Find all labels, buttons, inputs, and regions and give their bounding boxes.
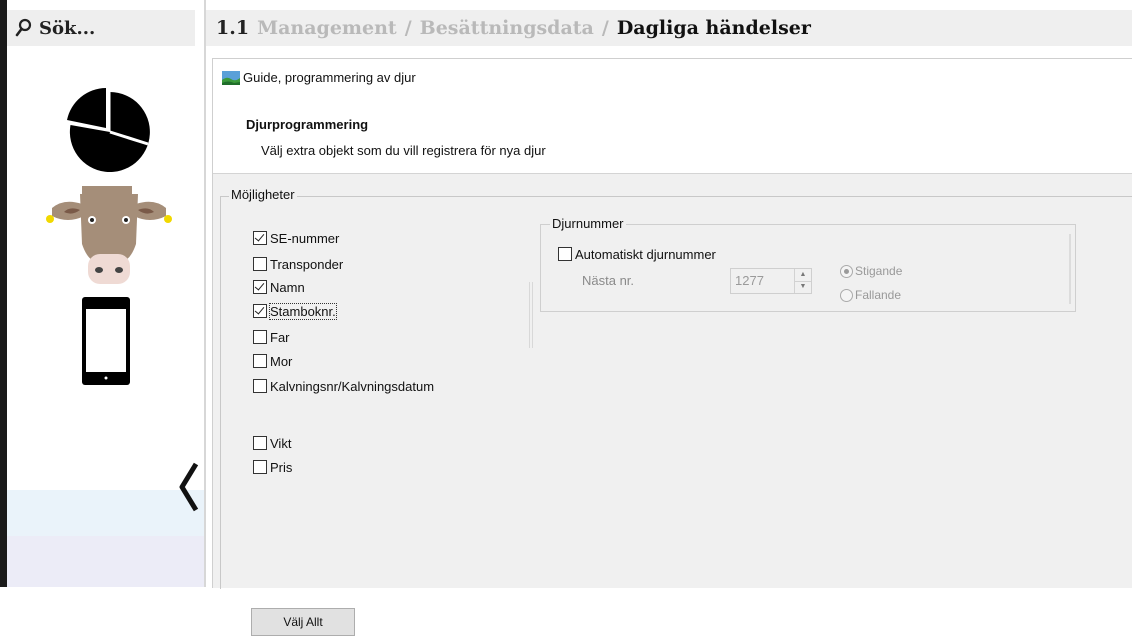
option-label: Vikt bbox=[270, 435, 292, 451]
sidebar-divider bbox=[204, 0, 206, 587]
option-label: Pris bbox=[270, 459, 293, 475]
option-label: SE-nummer bbox=[270, 230, 340, 246]
search-label[interactable]: Sök... bbox=[39, 18, 95, 39]
option-label: Stamboknr. bbox=[269, 302, 337, 320]
next-number-stepper[interactable]: 1277 ▲ ▼ bbox=[730, 268, 812, 294]
checkbox[interactable] bbox=[253, 379, 267, 393]
breadcrumb-separator: / bbox=[601, 17, 609, 39]
order-label: Fallande bbox=[855, 288, 902, 302]
auto-djurnummer-label: Automatiskt djurnummer bbox=[575, 246, 716, 262]
breadcrumb-item-current: Dagliga händelser bbox=[616, 17, 811, 39]
checkbox[interactable] bbox=[253, 436, 267, 450]
option-transponder[interactable]: Transponder bbox=[253, 254, 343, 274]
search-box[interactable]: Sök... bbox=[7, 10, 195, 46]
wizard-title: Guide, programmering av djur bbox=[243, 70, 416, 85]
option-mor[interactable]: Mor bbox=[253, 351, 292, 371]
option-stamboknr[interactable]: Stamboknr. bbox=[253, 301, 337, 321]
djurnummer-legend: Djurnummer bbox=[550, 216, 626, 231]
option-se-nummer[interactable]: SE-nummer bbox=[253, 228, 339, 248]
wizard-panel: Guide, programmering av djur Djurprogram… bbox=[212, 58, 1132, 636]
cow-icon[interactable] bbox=[44, 184, 174, 288]
breadcrumb-item-management[interactable]: Management bbox=[257, 17, 397, 39]
search-icon bbox=[15, 18, 32, 37]
breadcrumb-separator: / bbox=[404, 17, 412, 39]
pie-chart-icon[interactable] bbox=[62, 84, 158, 180]
checkbox[interactable] bbox=[558, 247, 572, 261]
option-far[interactable]: Far bbox=[253, 327, 290, 347]
step-subtitle: Välj extra objekt som du vill registrera… bbox=[261, 143, 546, 158]
option-namn[interactable]: Namn bbox=[253, 277, 305, 297]
breadcrumb-item-besattningsdata[interactable]: Besättningsdata bbox=[420, 17, 594, 39]
option-vikt[interactable]: Vikt bbox=[253, 433, 291, 453]
djurnummer-group: Djurnummer Automatiskt djurnummer Nästa … bbox=[540, 216, 1076, 312]
divider bbox=[529, 282, 533, 348]
order-fallande[interactable]: Fallande bbox=[840, 286, 901, 304]
landscape-icon bbox=[222, 71, 240, 85]
auto-djurnummer-option[interactable]: Automatiskt djurnummer bbox=[558, 244, 716, 264]
radio-button[interactable] bbox=[840, 288, 853, 302]
select-all-button[interactable]: Välj Allt bbox=[251, 608, 355, 636]
step-title: Djurprogrammering bbox=[246, 117, 369, 132]
mobile-phone-icon[interactable] bbox=[81, 296, 131, 386]
window-left-border bbox=[0, 0, 7, 587]
option-label: Far bbox=[270, 329, 290, 345]
breadcrumb: 1.1 Management / Besättningsdata / Dagli… bbox=[206, 10, 1132, 46]
decrement-button[interactable]: ▼ bbox=[795, 281, 811, 293]
radio-button[interactable] bbox=[840, 264, 853, 278]
next-number-value: 1277 bbox=[735, 273, 764, 288]
option-label: Namn bbox=[270, 279, 305, 295]
wizard-header: Guide, programmering av djur Djurprogram… bbox=[213, 59, 1132, 174]
options-group-legend: Möjligheter bbox=[229, 187, 297, 202]
checkbox[interactable] bbox=[253, 231, 267, 245]
wizard-content: Möjligheter SE-nummer Transponder Namn S… bbox=[213, 174, 1132, 636]
next-number-label: Nästa nr. bbox=[582, 273, 635, 288]
option-label: Transponder bbox=[270, 256, 344, 272]
option-kalvning[interactable]: Kalvningsnr/Kalvningsdatum bbox=[253, 376, 434, 396]
order-stigande[interactable]: Stigande bbox=[840, 262, 902, 280]
checkbox[interactable] bbox=[253, 354, 267, 368]
checkbox[interactable] bbox=[253, 304, 267, 318]
divider bbox=[1069, 234, 1071, 304]
checkbox[interactable] bbox=[253, 280, 267, 294]
sidebar-footer-band bbox=[7, 536, 204, 587]
sidebar-footer-band bbox=[7, 490, 204, 536]
option-label: Kalvningsnr/Kalvningsdatum bbox=[270, 378, 435, 394]
stepper-buttons: ▲ ▼ bbox=[794, 269, 811, 293]
breadcrumb-number: 1.1 bbox=[216, 17, 250, 39]
checkbox[interactable] bbox=[253, 257, 267, 271]
checkbox[interactable] bbox=[253, 460, 267, 474]
option-label: Mor bbox=[270, 353, 293, 369]
option-pris[interactable]: Pris bbox=[253, 457, 292, 477]
order-label: Stigande bbox=[855, 264, 903, 278]
chevron-left-icon[interactable] bbox=[178, 462, 200, 512]
checkbox[interactable] bbox=[253, 330, 267, 344]
